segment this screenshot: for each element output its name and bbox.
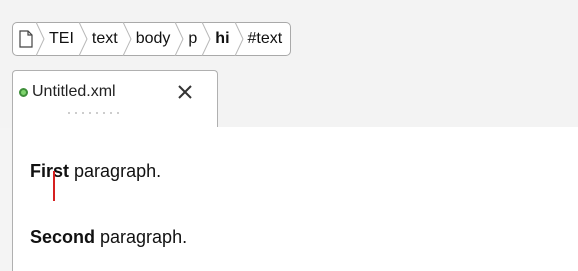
tab-label: Untitled.xml [32,83,116,100]
breadcrumb-label: TEI [49,30,74,47]
drag-grip-icon [68,112,119,114]
breadcrumb-item-body[interactable]: body [134,23,173,55]
breadcrumb-separator [234,22,244,56]
tab-untitled-xml[interactable]: Untitled.xml [12,70,218,128]
text-caret [53,171,56,201]
bold-text-part: Fir [30,161,54,181]
bold-text: Fir st [30,161,70,201]
breadcrumb-item-p[interactable]: p [186,23,199,55]
tab-bar: Untitled.xml [0,70,578,128]
editor-window: TEI text body p hi #text Untitled.xml Fi… [0,0,578,271]
paragraph-text: paragraph. [69,161,162,181]
breadcrumb-separator [35,22,45,56]
document-icon [19,30,33,48]
breadcrumb-item-text[interactable]: text [90,23,120,55]
breadcrumb-bar: TEI text body p hi #text [0,0,578,70]
bold-text: Second [30,227,96,247]
breadcrumb-item-text-node[interactable]: #text [246,23,285,55]
close-icon[interactable] [173,80,197,104]
bold-text-part: st [53,161,70,181]
breadcrumb-separator [174,22,184,56]
editor-area[interactable]: Fir st paragraph. Second paragraph. [12,127,578,271]
paragraph-text: paragraph. [95,227,188,247]
breadcrumb-item-hi[interactable]: hi [213,23,231,55]
breadcrumb-separator [78,22,88,56]
breadcrumb-label: hi [215,30,230,47]
breadcrumb-label: #text [247,30,283,47]
paragraph[interactable]: Second paragraph. [30,227,187,248]
breadcrumb-separator [122,22,132,56]
breadcrumb-item-document[interactable] [19,23,33,55]
breadcrumb-item-tei[interactable]: TEI [47,23,76,55]
paragraph[interactable]: Fir st paragraph. [30,161,162,201]
modified-status-icon [19,88,28,97]
breadcrumb: TEI text body p hi #text [12,22,292,56]
breadcrumb-separator [201,22,211,56]
breadcrumb-label: text [91,30,118,47]
breadcrumb-label: body [135,30,171,47]
breadcrumb-label: p [188,30,198,47]
